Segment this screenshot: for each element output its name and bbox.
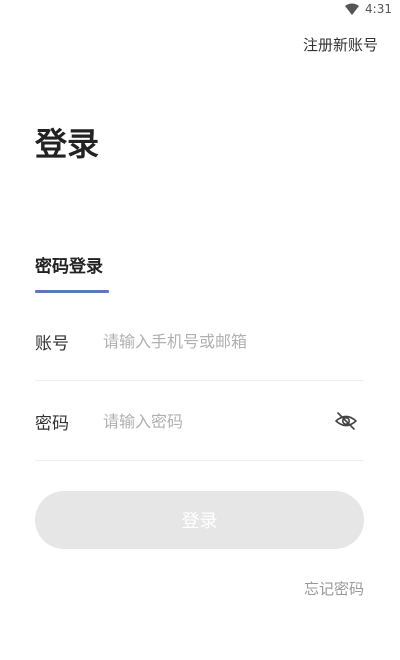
forgot-password-link[interactable]: 忘记密码 bbox=[304, 578, 364, 599]
status-icons: 4:31 bbox=[345, 2, 392, 16]
password-field-row: 密码 bbox=[35, 382, 364, 461]
password-label: 密码 bbox=[35, 413, 69, 434]
page-title: 登录 bbox=[35, 125, 100, 163]
tab-label: 密码登录 bbox=[35, 257, 103, 277]
tab-password-login[interactable]: 密码登录 bbox=[35, 254, 109, 293]
register-link[interactable]: 注册新账号 bbox=[303, 34, 378, 55]
tab-active-indicator bbox=[35, 290, 109, 293]
status-time: 4:31 bbox=[365, 2, 392, 16]
login-button[interactable]: 登录 bbox=[35, 491, 364, 549]
account-field-row: 账号 bbox=[35, 302, 364, 381]
account-label: 账号 bbox=[35, 333, 69, 354]
account-input[interactable] bbox=[103, 326, 364, 356]
password-input[interactable] bbox=[103, 406, 332, 436]
wifi-icon bbox=[345, 3, 360, 15]
eye-off-icon[interactable] bbox=[332, 407, 360, 435]
status-bar: 4:31 bbox=[0, 0, 400, 22]
